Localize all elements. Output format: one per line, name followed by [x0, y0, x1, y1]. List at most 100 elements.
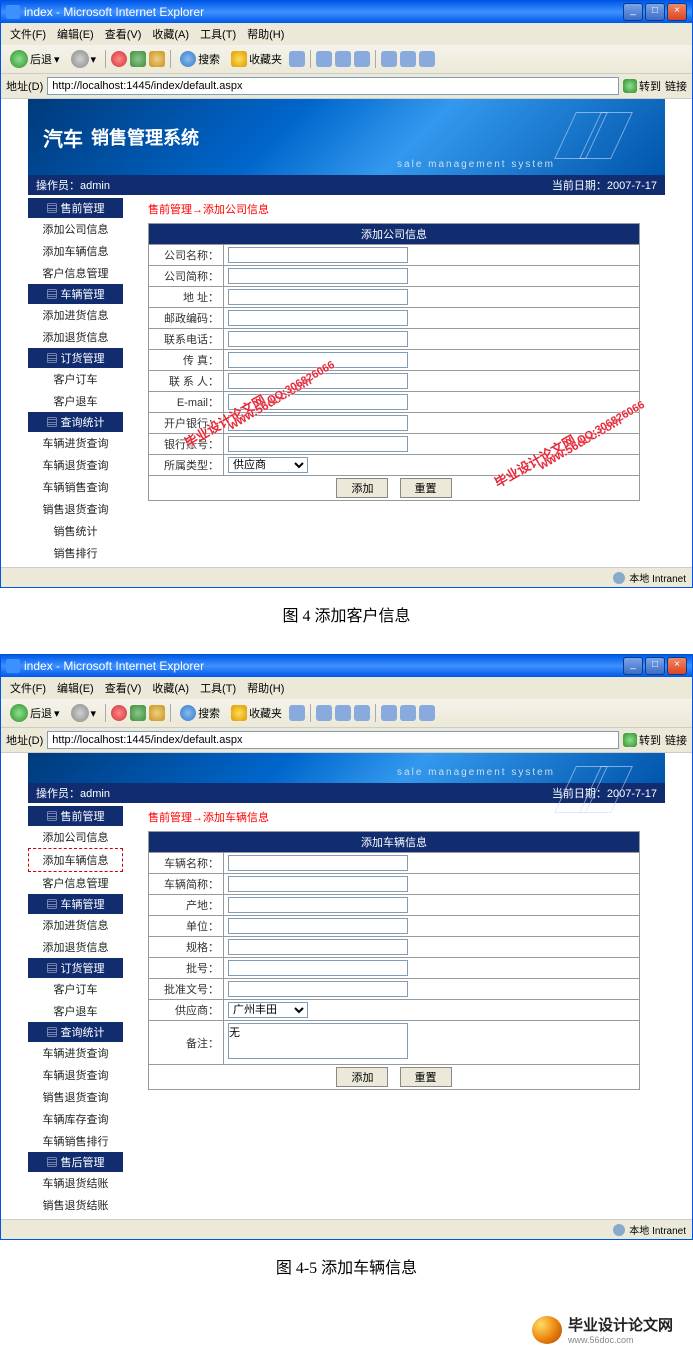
- tool-icon[interactable]: [381, 705, 397, 721]
- form-input[interactable]: [228, 918, 408, 934]
- menu-fav[interactable]: 收藏(A): [148, 25, 193, 43]
- sidebar-item[interactable]: 客户信息管理: [28, 262, 123, 284]
- sidebar-item[interactable]: 销售退货结账: [28, 1194, 123, 1216]
- sidebar-item[interactable]: 客户订车: [28, 368, 123, 390]
- form-input[interactable]: [228, 247, 408, 263]
- sidebar-item[interactable]: 添加退货信息: [28, 936, 123, 958]
- edit-icon[interactable]: [354, 51, 370, 67]
- refresh-icon[interactable]: [130, 705, 146, 721]
- menu-view[interactable]: 查看(V): [101, 25, 146, 43]
- sidebar-item[interactable]: 销售统计: [28, 520, 123, 542]
- menu-help[interactable]: 帮助(H): [243, 679, 288, 697]
- sidebar-item[interactable]: 销售退货查询: [28, 1086, 123, 1108]
- forward-button[interactable]: ▾: [67, 702, 101, 724]
- tool-icon[interactable]: [419, 705, 435, 721]
- sidebar-item[interactable]: 客户退车: [28, 1000, 123, 1022]
- history-icon[interactable]: [289, 705, 305, 721]
- sidebar-item[interactable]: 添加车辆信息: [28, 848, 123, 872]
- form-input[interactable]: 供应商: [228, 457, 308, 473]
- form-input[interactable]: [228, 415, 408, 431]
- form-input[interactable]: [228, 876, 408, 892]
- sidebar-item[interactable]: 车辆退货查询: [28, 454, 123, 476]
- forward-button[interactable]: ▾: [67, 48, 101, 70]
- favorites-button[interactable]: 收藏夹: [227, 703, 286, 723]
- sidebar-item[interactable]: 添加车辆信息: [28, 240, 123, 262]
- close-button[interactable]: ×: [667, 657, 687, 675]
- form-input[interactable]: [228, 436, 408, 452]
- maximize-button[interactable]: □: [645, 3, 665, 21]
- minimize-button[interactable]: _: [623, 657, 643, 675]
- form-input[interactable]: [228, 394, 408, 410]
- sidebar-item[interactable]: 车辆退货查询: [28, 1064, 123, 1086]
- tool-icon[interactable]: [419, 51, 435, 67]
- reset-button[interactable]: 重置: [400, 478, 452, 498]
- menu-view[interactable]: 查看(V): [101, 679, 146, 697]
- form-input[interactable]: [228, 960, 408, 976]
- sidebar-item[interactable]: 添加退货信息: [28, 326, 123, 348]
- form-input[interactable]: [228, 939, 408, 955]
- sidebar-item[interactable]: 销售排行: [28, 542, 123, 564]
- sidebar-item[interactable]: 车辆进货查询: [28, 432, 123, 454]
- form-input[interactable]: [228, 1023, 408, 1059]
- sidebar-item[interactable]: 添加公司信息: [28, 218, 123, 240]
- refresh-icon[interactable]: [130, 51, 146, 67]
- url-input[interactable]: [47, 77, 619, 95]
- sidebar-item[interactable]: 添加进货信息: [28, 304, 123, 326]
- menu-edit[interactable]: 编辑(E): [53, 679, 98, 697]
- search-button[interactable]: 搜索: [176, 703, 224, 723]
- minimize-button[interactable]: _: [623, 3, 643, 21]
- sidebar-item[interactable]: 销售退货查询: [28, 498, 123, 520]
- sidebar-item[interactable]: 添加进货信息: [28, 914, 123, 936]
- form-input[interactable]: [228, 855, 408, 871]
- sidebar-item[interactable]: 车辆库存查询: [28, 1108, 123, 1130]
- maximize-button[interactable]: □: [645, 657, 665, 675]
- links-label[interactable]: 链接: [665, 78, 687, 94]
- form-input[interactable]: [228, 981, 408, 997]
- back-button[interactable]: 后退 ▾: [6, 702, 64, 724]
- sidebar-item[interactable]: 客户订车: [28, 978, 123, 1000]
- go-button[interactable]: 转到: [623, 78, 661, 94]
- form-input[interactable]: [228, 268, 408, 284]
- sidebar-item[interactable]: 车辆销售查询: [28, 476, 123, 498]
- back-button[interactable]: 后退 ▾: [6, 48, 64, 70]
- mail-icon[interactable]: [316, 705, 332, 721]
- form-input[interactable]: [228, 897, 408, 913]
- form-input[interactable]: [228, 373, 408, 389]
- stop-icon[interactable]: [111, 51, 127, 67]
- form-input[interactable]: 广州丰田: [228, 1002, 308, 1018]
- sidebar-item[interactable]: 车辆进货查询: [28, 1042, 123, 1064]
- home-icon[interactable]: [149, 51, 165, 67]
- tool-icon[interactable]: [400, 51, 416, 67]
- search-button[interactable]: 搜索: [176, 49, 224, 69]
- go-button[interactable]: 转到: [623, 732, 661, 748]
- print-icon[interactable]: [335, 51, 351, 67]
- menu-file[interactable]: 文件(F): [6, 679, 50, 697]
- menu-file[interactable]: 文件(F): [6, 25, 50, 43]
- tool-icon[interactable]: [400, 705, 416, 721]
- form-input[interactable]: [228, 289, 408, 305]
- home-icon[interactable]: [149, 705, 165, 721]
- submit-button[interactable]: 添加: [336, 478, 388, 498]
- tool-icon[interactable]: [381, 51, 397, 67]
- url-input[interactable]: [47, 731, 619, 749]
- links-label[interactable]: 链接: [665, 732, 687, 748]
- menu-help[interactable]: 帮助(H): [243, 25, 288, 43]
- sidebar-item[interactable]: 客户信息管理: [28, 872, 123, 894]
- edit-icon[interactable]: [354, 705, 370, 721]
- stop-icon[interactable]: [111, 705, 127, 721]
- favorites-button[interactable]: 收藏夹: [227, 49, 286, 69]
- menu-edit[interactable]: 编辑(E): [53, 25, 98, 43]
- menu-tools[interactable]: 工具(T): [196, 25, 240, 43]
- sidebar-item[interactable]: 车辆销售排行: [28, 1130, 123, 1152]
- menu-tools[interactable]: 工具(T): [196, 679, 240, 697]
- reset-button[interactable]: 重置: [400, 1067, 452, 1087]
- submit-button[interactable]: 添加: [336, 1067, 388, 1087]
- form-input[interactable]: [228, 331, 408, 347]
- mail-icon[interactable]: [316, 51, 332, 67]
- print-icon[interactable]: [335, 705, 351, 721]
- sidebar-item[interactable]: 客户退车: [28, 390, 123, 412]
- history-icon[interactable]: [289, 51, 305, 67]
- sidebar-item[interactable]: 添加公司信息: [28, 826, 123, 848]
- form-input[interactable]: [228, 352, 408, 368]
- form-input[interactable]: [228, 310, 408, 326]
